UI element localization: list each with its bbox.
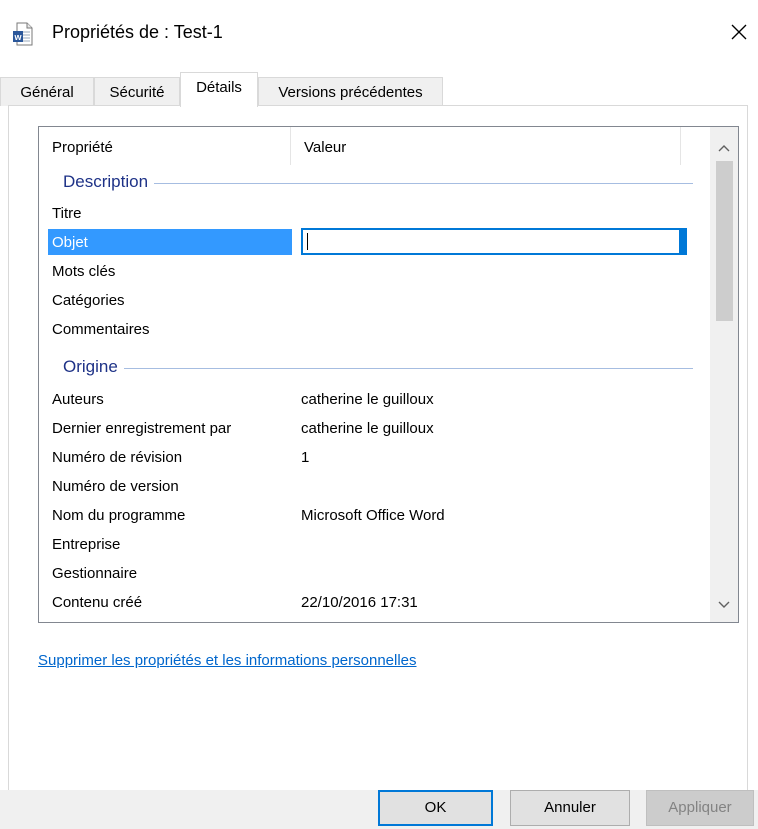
scroll-up-button[interactable]	[710, 133, 738, 161]
property-name: Commentaires	[52, 321, 150, 338]
group-label: Description	[63, 172, 155, 192]
list-item[interactable]: Numéro de version	[39, 472, 709, 501]
list-item-selected[interactable]: Objet	[39, 228, 709, 257]
list-item[interactable]: Catégories	[39, 286, 709, 315]
list-item[interactable]: Mots clés	[39, 257, 709, 286]
property-name: Mots clés	[52, 263, 116, 280]
list-item[interactable]: Dernier enregistrement par catherine le …	[39, 414, 709, 443]
apply-button[interactable]: Appliquer	[646, 790, 754, 826]
ok-button[interactable]: OK	[378, 790, 493, 826]
close-button[interactable]	[720, 12, 758, 56]
list-item[interactable]: Numéro de révision 1	[39, 443, 709, 472]
group-divider	[63, 368, 693, 369]
list-item[interactable]: Entreprise	[39, 530, 709, 559]
window-title: Propriétés de : Test-1	[52, 22, 223, 42]
tab-previous-versions[interactable]: Versions précédentes	[258, 77, 443, 106]
tab-details[interactable]: Détails	[180, 72, 258, 107]
edit-field-edge	[681, 228, 687, 255]
property-name: Titre	[52, 205, 82, 222]
tab-strip: Général Sécurité Détails Versions précéd…	[0, 72, 758, 107]
column-header-value[interactable]: Valeur	[291, 127, 681, 165]
word-document-icon: w	[12, 22, 34, 46]
property-value-edit-field[interactable]	[301, 228, 681, 255]
cancel-button[interactable]: Annuler	[510, 790, 630, 826]
group-divider	[63, 183, 693, 184]
group-description: Description	[39, 168, 709, 196]
property-value: catherine le guilloux	[301, 420, 434, 437]
list-item[interactable]: Auteurs catherine le guilloux	[39, 385, 709, 414]
property-value: 22/10/2016 17:31	[301, 594, 418, 611]
list-item[interactable]: Gestionnaire	[39, 559, 709, 588]
property-value: catherine le guilloux	[301, 391, 434, 408]
column-header-property[interactable]: Propriété	[39, 127, 291, 165]
svg-text:w: w	[13, 32, 22, 42]
property-name: Objet	[52, 234, 88, 251]
list-item[interactable]: Contenu créé 22/10/2016 17:31	[39, 588, 709, 617]
tab-security[interactable]: Sécurité	[94, 77, 180, 106]
list-item[interactable]: Nom du programme Microsoft Office Word	[39, 501, 709, 530]
property-name: Nom du programme	[52, 507, 186, 524]
property-name: Gestionnaire	[52, 565, 138, 582]
list-item[interactable]: Titre	[39, 199, 709, 228]
properties-dialog: w Propriétés de : Test-1 Général Sécurit…	[0, 0, 758, 829]
vertical-scrollbar[interactable]	[710, 127, 738, 622]
property-name: Contenu créé	[52, 594, 143, 611]
property-name: Dernier enregistrement par	[52, 420, 232, 437]
group-origin: Origine	[39, 353, 709, 381]
scroll-down-button[interactable]	[710, 590, 738, 618]
tab-general[interactable]: Général	[0, 77, 94, 106]
title-bar: w Propriétés de : Test-1	[0, 0, 758, 68]
properties-list[interactable]: Propriété Valeur Description Titre Objet…	[38, 126, 739, 623]
property-name: Catégories	[52, 292, 125, 309]
chevron-down-icon	[718, 596, 730, 613]
property-name: Entreprise	[52, 536, 121, 553]
remove-properties-link[interactable]: Supprimer les propriétés et les informat…	[38, 652, 417, 669]
property-value: 1	[301, 449, 310, 466]
close-icon	[731, 24, 747, 44]
chevron-up-icon	[718, 139, 730, 156]
property-name: Numéro de révision	[52, 449, 183, 466]
property-name: Auteurs	[52, 391, 104, 408]
text-caret	[307, 233, 308, 250]
property-value: Microsoft Office Word	[301, 507, 445, 524]
group-label: Origine	[63, 357, 124, 377]
scroll-thumb[interactable]	[716, 161, 733, 321]
property-name: Numéro de version	[52, 478, 179, 495]
list-item[interactable]: Commentaires	[39, 315, 709, 344]
